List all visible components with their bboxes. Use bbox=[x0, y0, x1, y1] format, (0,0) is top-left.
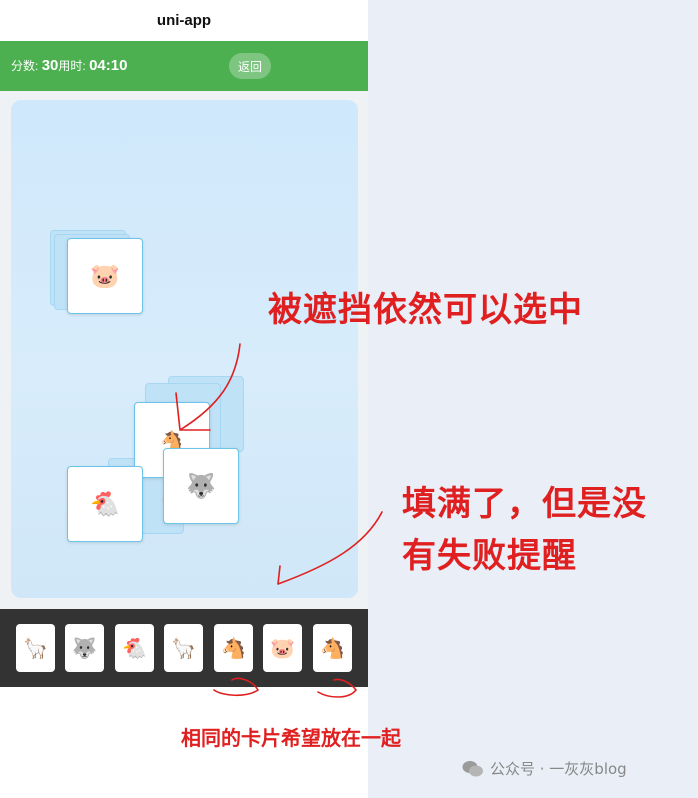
back-button[interactable]: 返回 bbox=[229, 53, 271, 79]
wolf-icon: 🐺 bbox=[72, 636, 97, 660]
card-pig[interactable]: 🐷 bbox=[67, 238, 143, 314]
llama-icon: 🦙 bbox=[23, 636, 48, 660]
horse-icon: 🐴 bbox=[320, 636, 345, 660]
slot-card: 🐔 bbox=[115, 624, 154, 672]
chicken-icon: 🐔 bbox=[122, 636, 147, 660]
pig-icon: 🐷 bbox=[270, 636, 295, 660]
score-value: 30 bbox=[41, 57, 59, 74]
annotation-same: 相同的卡片希望放在一起 bbox=[181, 726, 401, 750]
wechat-icon bbox=[462, 760, 484, 778]
horse-icon: 🐴 bbox=[221, 636, 246, 660]
annotation-full-line1: 填满了，但是没 bbox=[402, 484, 647, 524]
score-label: 分数: bbox=[11, 59, 39, 73]
time-label: 用时: bbox=[58, 59, 86, 73]
card-chicken[interactable]: 🐔 bbox=[67, 466, 143, 542]
slot-card: 🐺 bbox=[65, 624, 104, 672]
time-value: 04:10 bbox=[89, 57, 128, 74]
wolf-icon: 🐺 bbox=[186, 472, 216, 500]
slot-card: 🐴 bbox=[214, 624, 253, 672]
app-title: uni-app bbox=[156, 12, 212, 29]
card-wolf[interactable]: 🐺 bbox=[163, 448, 239, 524]
slot-card: 🦙 bbox=[16, 624, 55, 672]
score-timer: 分数: 30用时: 04:10 bbox=[11, 57, 127, 74]
annotation-covered: 被遮挡依然可以选中 bbox=[268, 290, 583, 330]
watermark: 公众号 · 一灰灰blog bbox=[462, 758, 627, 779]
slot-card: 🐴 bbox=[313, 624, 352, 672]
pig-icon: 🐷 bbox=[90, 262, 120, 290]
chicken-icon: 🐔 bbox=[90, 490, 120, 518]
slot-card: 🦙 bbox=[164, 624, 203, 672]
slot-card: 🐷 bbox=[263, 624, 302, 672]
watermark-text: 公众号 · 一灰灰blog bbox=[490, 760, 627, 778]
game-topbar: 分数: 30用时: 04:10 返回 bbox=[0, 41, 368, 91]
phone-screen: uni-app 分数: 30用时: 04:10 返回 🐑 🐷 🐴 🐺 🐔 🦙 🐺… bbox=[0, 0, 368, 798]
llama-icon: 🦙 bbox=[171, 636, 196, 660]
annotation-full-line2: 有失败提醒 bbox=[402, 536, 577, 576]
